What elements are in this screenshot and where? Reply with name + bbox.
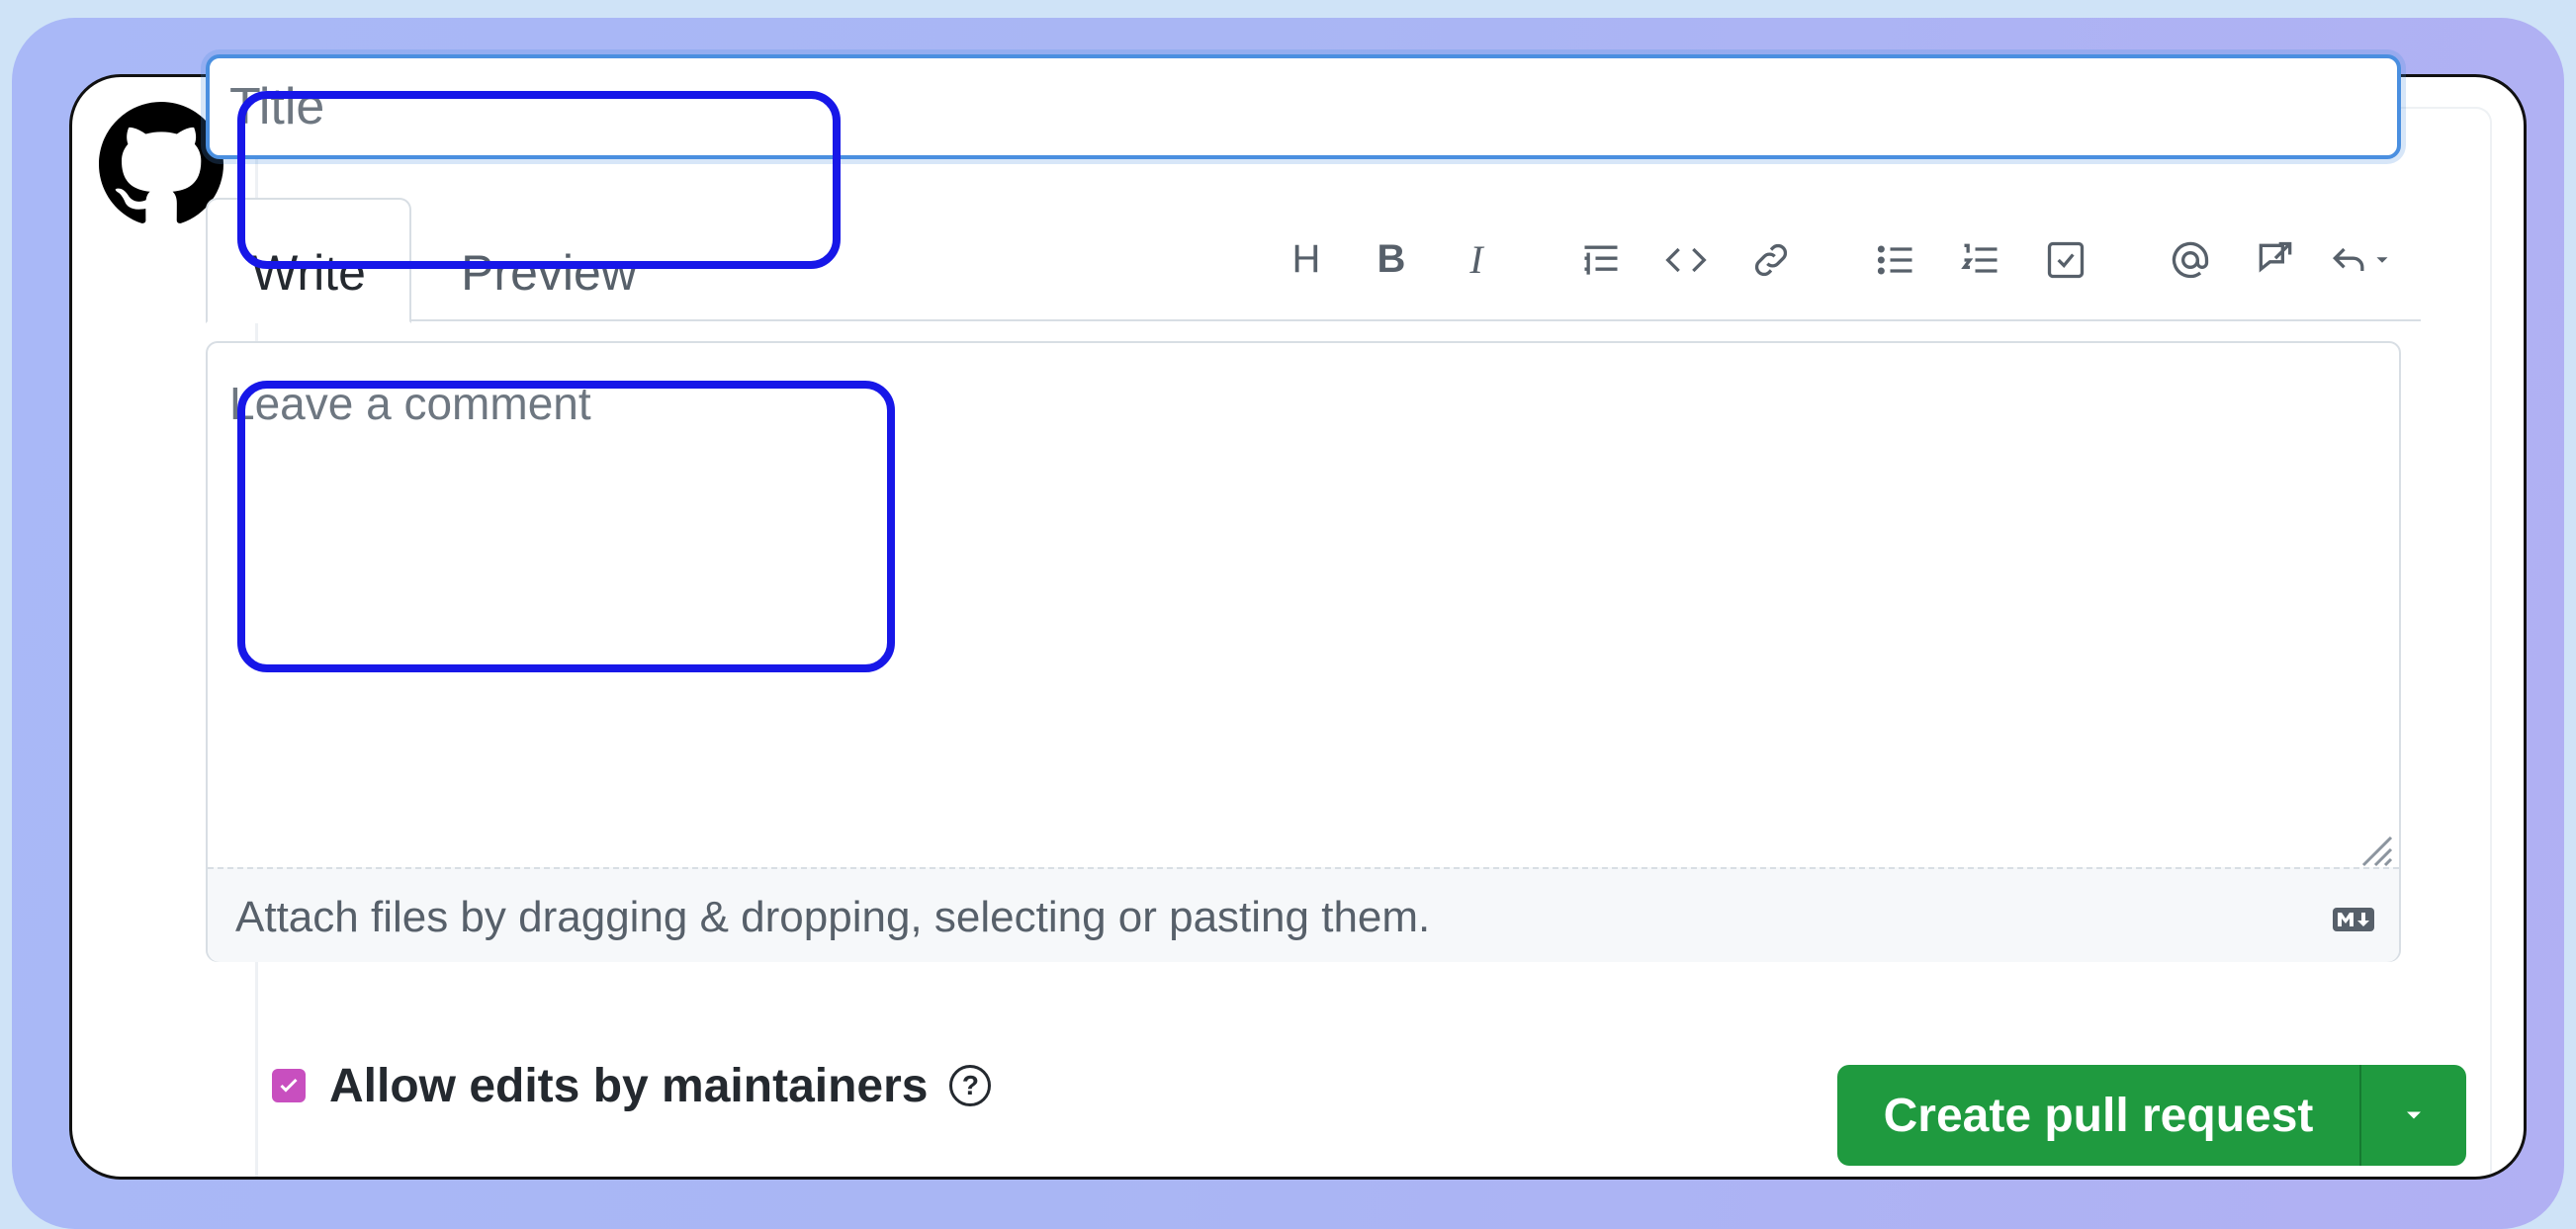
unordered-list-icon[interactable] — [1853, 225, 1938, 295]
ordered-list-icon[interactable] — [1938, 225, 2023, 295]
markdown-icon[interactable] — [2332, 907, 2375, 932]
create-pr-button-group: Create pull request — [1837, 1065, 2466, 1166]
reference-icon[interactable] — [2233, 225, 2318, 295]
tab-write[interactable]: Write — [206, 198, 411, 323]
reply-icon[interactable] — [2318, 225, 2403, 295]
title-input[interactable] — [206, 54, 2401, 159]
mention-icon[interactable] — [2148, 225, 2233, 295]
heading-icon[interactable]: H — [1264, 225, 1349, 295]
create-options-dropdown[interactable] — [2359, 1065, 2466, 1166]
bold-icon[interactable]: B — [1349, 225, 1434, 295]
code-icon[interactable] — [1643, 225, 1729, 295]
markdown-toolbar: H B I — [1264, 198, 2403, 321]
chevron-down-icon — [2407, 1111, 2421, 1119]
create-pull-request-button[interactable]: Create pull request — [1837, 1065, 2359, 1166]
comment-input[interactable] — [208, 343, 2399, 867]
attach-hint: Attach files by dragging & dropping, sel… — [235, 893, 1431, 941]
editor-tabs: Write Preview H B I — [206, 198, 2421, 323]
task-list-icon[interactable] — [2023, 225, 2108, 295]
quote-icon[interactable] — [1558, 225, 1643, 295]
italic-icon[interactable]: I — [1434, 225, 1519, 295]
attach-bar[interactable]: Attach files by dragging & dropping, sel… — [208, 867, 2399, 962]
resize-grip-icon[interactable] — [2354, 828, 2393, 867]
link-icon[interactable] — [1729, 225, 1814, 295]
chevron-down-icon — [2376, 256, 2388, 263]
bold-glyph: B — [1377, 237, 1406, 281]
allow-edits-label: Allow edits by maintainers — [329, 1059, 929, 1112]
help-icon[interactable]: ? — [949, 1065, 992, 1106]
allow-edits-row: Allow edits by maintainers ? — [272, 1046, 992, 1125]
italic-glyph: I — [1469, 237, 1483, 282]
heading-glyph: H — [1291, 237, 1321, 281]
check-icon — [280, 1078, 298, 1093]
comment-editor: Attach files by dragging & dropping, sel… — [206, 341, 2401, 962]
tab-preview[interactable]: Preview — [425, 198, 672, 323]
allow-edits-checkbox[interactable] — [272, 1069, 306, 1102]
